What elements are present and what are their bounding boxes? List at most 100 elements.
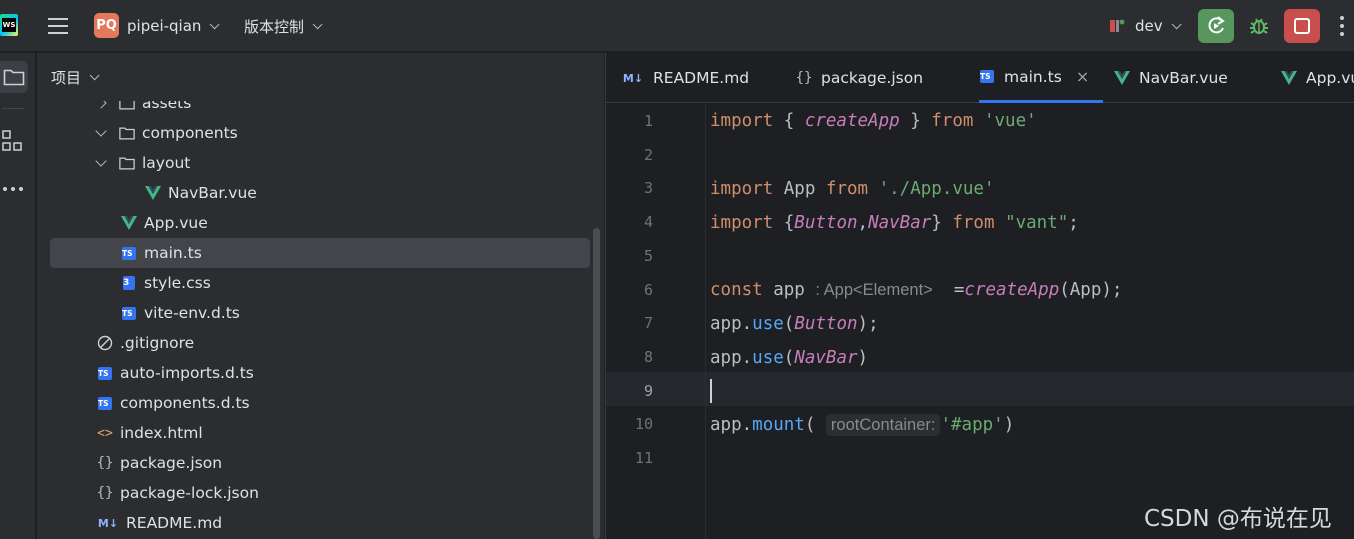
code-token: Button xyxy=(794,314,858,334)
tree-item-label: .gitignore xyxy=(120,334,195,352)
rerun-icon xyxy=(1208,16,1225,34)
branch-switcher[interactable]: dev xyxy=(1135,15,1182,37)
ignore-icon xyxy=(97,335,113,351)
tab-label: main.ts xyxy=(1004,67,1062,86)
code-token: app xyxy=(762,280,816,300)
vue-icon xyxy=(1114,70,1130,86)
code-token: { xyxy=(773,111,805,131)
chevron-right-icon[interactable] xyxy=(95,101,107,109)
tree-item[interactable]: {} package-lock.json xyxy=(37,478,597,508)
line-number: 9 xyxy=(643,381,653,400)
code-token: import xyxy=(710,111,774,131)
line-number: 6 xyxy=(643,280,653,299)
tab-label: NavBar.vue xyxy=(1139,69,1228,87)
code-line-1[interactable]: import { createApp } from 'vue' xyxy=(710,104,1037,138)
code-token: use xyxy=(752,314,784,334)
code-token: NavBar xyxy=(794,348,858,368)
chevron-down-icon[interactable] xyxy=(95,125,107,137)
code-token: 'vue' xyxy=(983,111,1037,131)
code-line-8[interactable]: app.use(NavBar) xyxy=(710,341,868,375)
line-number: 3 xyxy=(643,179,653,198)
main-menu-icon[interactable] xyxy=(47,15,69,37)
code-line-4[interactable]: import {Button,NavBar} from "vant"; xyxy=(710,206,1079,240)
more-tools-icon[interactable] xyxy=(0,181,26,197)
tab-app-vue[interactable]: App.vue xyxy=(1281,53,1354,103)
chevron-down-icon[interactable] xyxy=(95,155,107,167)
vcs-menu[interactable]: 版本控制 xyxy=(244,15,323,37)
code-token: App xyxy=(773,179,826,199)
webstorm-logo-icon[interactable]: WS xyxy=(0,14,18,36)
tree-item[interactable]: <> index.html xyxy=(37,418,597,448)
tree-item-label: App.vue xyxy=(144,214,208,232)
tree-item[interactable]: assets xyxy=(37,101,597,118)
tree-item-label: README.md xyxy=(126,514,223,532)
more-actions-icon[interactable] xyxy=(1336,14,1348,38)
tree-item[interactable]: layout xyxy=(37,148,597,178)
code-token: "vant" xyxy=(1005,213,1069,233)
code-line-9[interactable] xyxy=(710,374,712,408)
structure-tool-button[interactable] xyxy=(0,128,26,154)
tree-item[interactable]: App.vue xyxy=(37,208,597,238)
project-badge[interactable]: PQ xyxy=(94,13,119,38)
folder-icon xyxy=(3,69,25,86)
tree-item-label: package-lock.json xyxy=(120,484,259,502)
stop-icon xyxy=(1294,18,1310,34)
code-line-10[interactable]: app.mount( rootContainer: '#app') xyxy=(710,408,1014,442)
tab-readme-md[interactable]: M↓ README.md xyxy=(622,53,749,103)
code-token: use xyxy=(752,348,784,368)
line-number: 5 xyxy=(643,246,653,265)
tab-main-ts[interactable]: TS main.ts × xyxy=(979,53,1104,103)
folder-icon xyxy=(119,155,135,171)
project-tree: assets components layout NavBar.vue App.vue T… xyxy=(37,101,604,539)
code-token: const xyxy=(710,280,763,300)
code-token: . xyxy=(741,348,753,368)
code-token: ) xyxy=(857,348,869,368)
code-token: } xyxy=(931,213,953,233)
panel-scrollbar[interactable] xyxy=(593,228,600,539)
line-number: 8 xyxy=(643,347,653,366)
tree-item-label: index.html xyxy=(120,424,203,442)
tree-item[interactable]: TS main.ts xyxy=(50,238,590,268)
stop-button[interactable] xyxy=(1284,9,1320,43)
code-line-7[interactable]: app.use(Button); xyxy=(710,307,879,341)
tree-item[interactable]: components xyxy=(37,118,597,148)
tree-item[interactable]: NavBar.vue xyxy=(37,178,597,208)
code-line-3[interactable]: import App from './App.vue' xyxy=(710,172,995,206)
ts-icon: TS xyxy=(97,395,113,411)
vcs-label: 版本控制 xyxy=(244,17,305,36)
tab-package-json[interactable]: {} package.json xyxy=(796,53,923,103)
code-token: from xyxy=(952,213,995,233)
close-icon[interactable]: × xyxy=(1076,67,1089,86)
tree-item[interactable]: TS vite-env.d.ts xyxy=(37,298,597,328)
ts-icon: TS xyxy=(979,69,995,85)
strip-divider xyxy=(2,108,24,109)
code-token: mount xyxy=(752,415,805,435)
code-line-6[interactable]: const app : App<Element> =createApp(App)… xyxy=(710,273,1122,307)
tree-item[interactable]: .gitignore xyxy=(37,328,597,358)
code-token: ( xyxy=(783,314,795,334)
tab-label: package.json xyxy=(821,69,924,87)
code-token: . xyxy=(741,415,753,435)
project-switcher[interactable]: pipei-qian xyxy=(127,15,220,37)
code-token: . xyxy=(741,314,753,334)
tree-item[interactable]: {} package.json xyxy=(37,448,597,478)
tree-item[interactable]: M↓ README.md xyxy=(37,508,597,538)
text-caret xyxy=(710,379,712,403)
code-token: createApp xyxy=(804,111,900,131)
tree-item[interactable]: 3 style.css xyxy=(37,268,597,298)
project-name: pipei-qian xyxy=(127,17,202,35)
line-number: 11 xyxy=(634,449,653,467)
tab-label: App.vue xyxy=(1306,69,1354,87)
chevron-down-icon xyxy=(210,18,220,29)
rerun-button[interactable] xyxy=(1198,9,1234,43)
tree-item[interactable]: TS auto-imports.d.ts xyxy=(37,358,597,388)
debug-button[interactable] xyxy=(1245,12,1273,40)
project-tool-button[interactable] xyxy=(0,61,28,93)
tree-item[interactable]: TS components.d.ts xyxy=(37,388,597,418)
tab-navbar-vue[interactable]: NavBar.vue xyxy=(1114,53,1228,103)
panel-title[interactable]: 项目 xyxy=(51,67,100,88)
line-number-gutter: 1 2 3 4 5 6 7 8 9 10 11 xyxy=(606,104,706,539)
tree-item-label: package.json xyxy=(120,454,223,472)
editor-tabs: M↓ README.md {} package.json TS main.ts × NavBa… xyxy=(606,53,1354,103)
md-icon: M↓ xyxy=(97,516,119,530)
